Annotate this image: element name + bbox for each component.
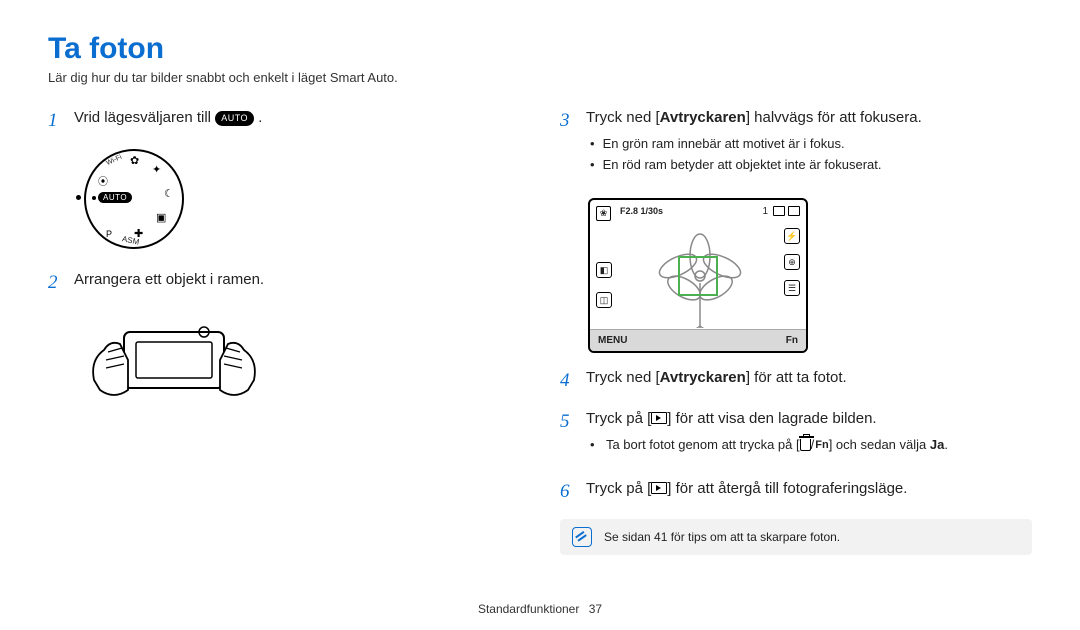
tip-text: Se sidan 41 för tips om att ta skarpare …	[604, 530, 840, 544]
step-6-text-post: ] för att återgå till fotograferingsläge…	[667, 480, 907, 497]
step-3-bullet-green: En grön ram innebär att motivet är i fok…	[590, 135, 1032, 153]
step-3-bullet-red: En röd ram betyder att objektet inte är …	[590, 156, 1032, 174]
dial-pointer-icon	[76, 195, 81, 200]
step-4: 4 Tryck ned [Avtryckaren] för att ta fot…	[560, 367, 1032, 395]
trash-icon	[800, 439, 811, 451]
step-2: 2 Arrangera ett objekt i ramen.	[48, 269, 520, 297]
dial-mode-icon: ☾	[164, 187, 174, 200]
dial-mode-icon: ▣	[156, 211, 166, 224]
page-subtitle: Lär dig hur du tar bilder snabbt och enk…	[48, 70, 1032, 85]
screen-setting-icon: ☰	[784, 280, 800, 296]
step-6-text-pre: Tryck på [	[586, 480, 651, 497]
step-6: 6 Tryck på [ ] för att återgå till fotogr…	[560, 478, 1032, 506]
step-2-text: Arrangera ett objekt i ramen.	[74, 269, 520, 297]
step-5-text-pre: Tryck på [	[586, 410, 651, 427]
step-number: 5	[560, 408, 586, 464]
step-number: 2	[48, 269, 74, 297]
step-number: 3	[560, 107, 586, 184]
screen-card-icon	[773, 206, 785, 216]
tip-box: Se sidan 41 för tips om att ta skarpare …	[560, 519, 1032, 555]
screen-shot-count: 1	[762, 206, 770, 217]
step-3-text-pre: Tryck ned [	[586, 109, 660, 126]
shutter-label: Avtryckaren	[660, 109, 746, 126]
step-number: 1	[48, 107, 74, 135]
dial-mode-icon: ⦿	[98, 173, 108, 188]
screen-exposure-readout: F2.8 1/30s	[620, 206, 663, 216]
step-1-text-post: .	[258, 109, 262, 126]
step-3: 3 Tryck ned [Avtryckaren] halvvägs för a…	[560, 107, 1032, 184]
step-number: 6	[560, 478, 586, 506]
step-5-bullet: Ta bort fotot genom att trycka på [/Fn] …	[590, 436, 1032, 454]
dial-auto-label: AUTO	[98, 192, 132, 203]
step-4-text-pre: Tryck ned [	[586, 369, 660, 386]
screen-zoom-icon: ⊕	[784, 254, 800, 270]
dial-mode-icon: ✦	[152, 163, 161, 176]
screen-menu-label: MENU	[598, 335, 627, 346]
playback-icon	[651, 412, 667, 424]
screen-left-icon: ◧	[596, 262, 612, 278]
screen-flash-icon: ⚡	[784, 228, 800, 244]
focus-frame-icon	[678, 256, 718, 296]
footer-section: Standardfunktioner	[478, 602, 579, 616]
dial-mode-icon: ✿	[130, 154, 139, 167]
mode-dial-illustration: AUTO Wi-Fi ASM ✿ ✦ ☾ ▣ ✚ P ⦿	[84, 149, 194, 249]
footer-page-number: 37	[589, 602, 602, 616]
step-1: 1 Vrid lägesväljaren till AUTO .	[48, 107, 520, 135]
fn-button-label: Fn	[815, 438, 828, 453]
step-number: 4	[560, 367, 586, 395]
auto-badge-icon: AUTO	[215, 111, 254, 126]
dial-mode-icon: ✚	[134, 227, 143, 240]
page-footer: Standardfunktioner 37	[0, 602, 1080, 616]
note-icon	[572, 527, 592, 547]
step-1-text-pre: Vrid lägesväljaren till	[74, 109, 215, 126]
step-4-text-post: ] för att ta fotot.	[746, 369, 847, 386]
step-5: 5 Tryck på [ ] för att visa den lagrade b…	[560, 408, 1032, 464]
page-title: Ta foton	[48, 32, 1032, 66]
left-column: 1 Vrid lägesväljaren till AUTO . AUTO Wi…	[48, 107, 520, 555]
screen-left-icon: ◫	[596, 292, 612, 308]
holding-camera-illustration	[84, 310, 264, 410]
dial-mode-icon: P	[106, 229, 112, 239]
screen-macro-icon: ❀	[596, 206, 611, 221]
step-3-text-post: ] halvvägs för att fokusera.	[746, 109, 922, 126]
camera-screen-illustration: ❀ F2.8 1/30s 1 ⚡ ⊕ ☰ ◧ ◫	[588, 198, 808, 353]
step-5-text-post: ] för att visa den lagrade bilden.	[667, 410, 876, 427]
screen-battery-icon	[788, 206, 800, 216]
playback-icon	[651, 482, 667, 494]
right-column: 3 Tryck ned [Avtryckaren] halvvägs för a…	[560, 107, 1032, 555]
shutter-label: Avtryckaren	[660, 369, 746, 386]
screen-fn-label: Fn	[786, 335, 798, 346]
